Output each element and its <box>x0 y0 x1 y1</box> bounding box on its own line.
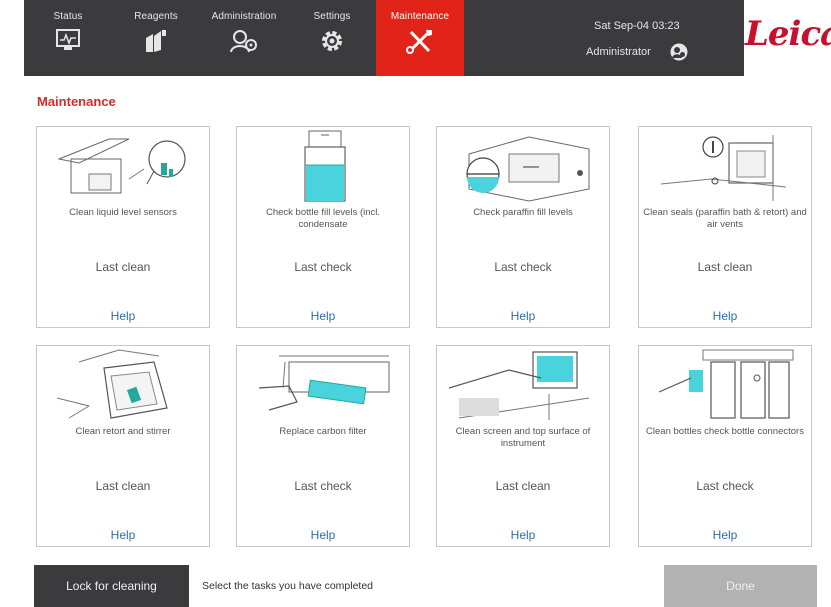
paraffin-fill-icon <box>466 136 590 202</box>
task-status: Last clean <box>697 260 753 274</box>
top-navigation-bar: Status Reagents Administration Settings <box>24 0 831 76</box>
task-card-liquid-level-sensors[interactable]: Clean liquid level sensors Last clean He… <box>36 126 210 328</box>
task-label: Check bottle fill levels (incl. condensa… <box>265 207 381 230</box>
administration-icon <box>230 30 257 53</box>
tab-reagents[interactable]: Reagents <box>112 0 200 76</box>
user-account-icon[interactable] <box>670 43 688 61</box>
help-link[interactable]: Help <box>237 528 409 542</box>
task-card-carbon-filter[interactable]: Replace carbon filter Last check Help <box>236 345 410 547</box>
screen-surface-icon <box>449 351 590 420</box>
maintenance-tools-icon <box>406 30 432 54</box>
date-time-display: Sat Sep-04 03:23 <box>594 20 680 32</box>
task-status: Last check <box>294 260 352 274</box>
help-link[interactable]: Help <box>437 309 609 323</box>
user-name: Administrator <box>586 46 651 58</box>
tab-status[interactable]: Status <box>24 0 112 76</box>
settings-gear-icon <box>322 31 342 51</box>
task-label: Clean retort and stirrer <box>75 426 171 437</box>
tab-settings[interactable]: Settings <box>288 0 376 76</box>
tab-maintenance[interactable]: Maintenance <box>376 0 464 76</box>
task-card-screen-surface[interactable]: Clean screen and top surface of instrume… <box>436 345 610 547</box>
task-status: Last check <box>294 479 352 493</box>
task-status: Last check <box>696 479 754 493</box>
task-status: Last clean <box>95 260 151 274</box>
tab-reagents-label: Reagents <box>134 11 178 22</box>
task-card-seals-air-vents[interactable]: Clean seals (paraffin bath & retort) and… <box>638 126 812 328</box>
reagents-bottles-icon <box>146 30 166 52</box>
help-link[interactable]: Help <box>639 528 811 542</box>
tab-administration[interactable]: Administration <box>200 0 288 76</box>
liquid-level-sensor-icon <box>57 138 186 194</box>
task-card-bottle-connectors[interactable]: Clean bottles check bottle connectors La… <box>638 345 812 547</box>
task-card-retort-stirrer[interactable]: Clean retort and stirrer Last clean Help <box>36 345 210 547</box>
help-link[interactable]: Help <box>437 528 609 542</box>
task-card-paraffin-fill-levels[interactable]: Check paraffin fill levels Last check He… <box>436 126 610 328</box>
bottle-fill-icon <box>304 130 346 202</box>
task-label: Replace carbon filter <box>279 426 367 437</box>
bottle-connectors-icon <box>658 349 794 419</box>
help-link[interactable]: Help <box>237 309 409 323</box>
task-status: Last clean <box>495 479 551 493</box>
task-label: Check paraffin fill levels <box>473 207 573 218</box>
help-link[interactable]: Help <box>639 309 811 323</box>
help-link[interactable]: Help <box>37 528 209 542</box>
page-title: Maintenance <box>37 94 116 109</box>
tab-settings-label: Settings <box>313 11 351 22</box>
carbon-filter-icon <box>258 355 390 411</box>
instruction-text: Select the tasks you have completed <box>202 580 374 592</box>
task-label: Clean seals (paraffin bath & retort) and… <box>643 207 807 230</box>
tab-status-label: Status <box>53 11 83 22</box>
task-card-bottle-fill-levels[interactable]: Check bottle fill levels (incl. condensa… <box>236 126 410 328</box>
tab-maintenance-label: Maintenance <box>390 11 450 22</box>
help-link[interactable]: Help <box>37 309 209 323</box>
tab-administration-label: Administration <box>211 11 277 22</box>
done-button[interactable]: Done <box>664 565 817 607</box>
lock-for-cleaning-button[interactable]: Lock for cleaning <box>34 565 189 607</box>
task-status: Last clean <box>95 479 151 493</box>
task-label: Clean liquid level sensors <box>69 207 177 218</box>
task-label: Clean screen and top surface of instrume… <box>455 426 591 449</box>
task-label: Clean bottles check bottle connectors <box>646 426 804 437</box>
retort-stirrer-icon <box>56 349 168 419</box>
leica-logo: Leica <box>745 14 831 54</box>
status-monitor-icon <box>56 29 80 50</box>
task-status: Last check <box>494 260 552 274</box>
seals-vents-icon <box>660 135 787 201</box>
